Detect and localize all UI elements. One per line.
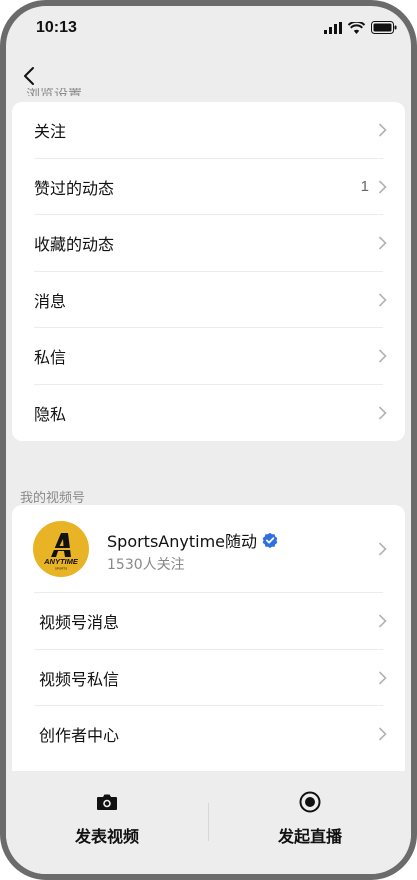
row-label: 隐私 <box>34 404 67 424</box>
chevron-right-icon <box>378 236 387 250</box>
channel-logo: ANYTIME SPORTS <box>33 521 89 577</box>
chevron-right-icon <box>378 180 387 194</box>
status-icons <box>324 21 397 34</box>
chevron-right-icon <box>378 614 387 628</box>
status-time: 10:13 <box>36 19 77 36</box>
row-label: 关注 <box>34 122 67 142</box>
channel-name-text: SportsAnytime随动 <box>107 532 257 551</box>
settings-row-privacy[interactable]: 隐私 <box>12 385 405 442</box>
status-bar: 10:13 <box>6 6 411 54</box>
chevron-right-icon <box>378 123 387 137</box>
settings-row-saved-posts[interactable]: 收藏的动态 <box>12 215 405 272</box>
settings-row-private-messages[interactable]: 私信 <box>12 328 405 385</box>
row-label: 视频号消息 <box>39 613 120 633</box>
settings-row-messages[interactable]: 消息 <box>12 272 405 328</box>
chevron-right-icon <box>378 349 387 363</box>
section-title-partial: 浏览设置 <box>26 88 82 96</box>
chevron-right-icon <box>378 293 387 307</box>
chevron-right-icon <box>378 542 387 556</box>
channel-row-private-messages[interactable]: 视频号私信 <box>12 650 405 706</box>
channel-row-creator-center[interactable]: 创作者中心 <box>12 706 405 763</box>
logo-text: ANYTIME <box>43 557 79 566</box>
channel-name: SportsAnytime随动 <box>107 528 278 552</box>
channel-card: ANYTIME SPORTS SportsAnytime随动 1530人关注 视… <box>12 505 405 771</box>
channel-row-messages[interactable]: 视频号消息 <box>12 593 405 650</box>
bottom-action-bar: 发表视频 发起直播 <box>6 771 411 874</box>
row-label: 消息 <box>34 291 67 311</box>
row-label: 私信 <box>34 348 67 368</box>
settings-row-liked-posts[interactable]: 赞过的动态 1 <box>12 159 405 215</box>
logo-small-text: SPORTS <box>55 567 67 571</box>
anytime-logo-icon: ANYTIME SPORTS <box>43 533 79 571</box>
publish-video-button[interactable]: 发表视频 <box>6 791 208 847</box>
settings-row-follow[interactable]: 关注 <box>12 102 405 159</box>
chevron-right-icon <box>378 406 387 420</box>
chevron-right-icon <box>378 671 387 685</box>
settings-card: 关注 赞过的动态 1 收藏的动态 消息 私信 隐私 <box>12 102 405 441</box>
channel-profile-row[interactable]: ANYTIME SPORTS SportsAnytime随动 1530人关注 <box>12 505 405 593</box>
camera-icon <box>97 794 117 810</box>
publish-video-label: 发表视频 <box>74 827 139 846</box>
liked-count: 1 <box>360 178 369 196</box>
wifi-icon <box>348 21 365 34</box>
start-live-button[interactable]: 发起直播 <box>209 791 411 847</box>
chevron-right-icon <box>378 727 387 741</box>
back-icon[interactable] <box>16 62 44 90</box>
row-label: 收藏的动态 <box>34 235 115 255</box>
signal-icon <box>324 21 342 34</box>
row-label: 视频号私信 <box>39 669 120 689</box>
device-frame: 10:13 浏览设置 关注 赞过的动态 1 收藏的动态 消息 私信 隐私 我的视… <box>0 0 417 880</box>
follower-count: 1530人关注 <box>107 557 185 573</box>
start-live-label: 发起直播 <box>277 827 342 846</box>
live-record-icon <box>299 791 321 813</box>
verified-badge-icon <box>262 532 278 548</box>
phone-screen: 10:13 浏览设置 关注 赞过的动态 1 收藏的动态 消息 私信 隐私 我的视… <box>0 0 417 880</box>
battery-icon <box>371 21 397 34</box>
row-label: 赞过的动态 <box>34 178 115 198</box>
channel-section-title: 我的视频号 <box>20 491 86 506</box>
row-label: 创作者中心 <box>39 726 120 746</box>
